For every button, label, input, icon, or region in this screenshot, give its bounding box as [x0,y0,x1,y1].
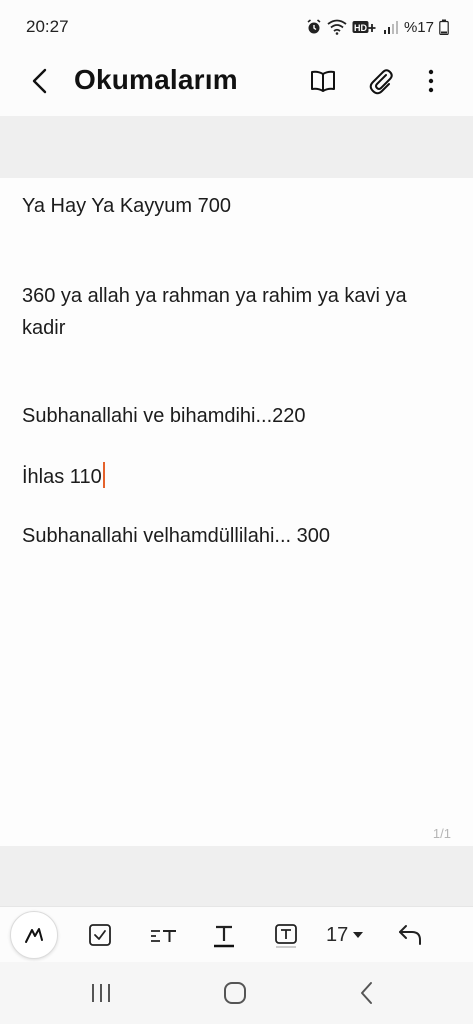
hd-plus-icon: HD [352,21,376,33]
wifi-icon [327,19,347,35]
note-line[interactable]: Subhanallahi ve bihamdihi...220 [22,400,454,432]
editor-toolbar: 17 [0,906,473,963]
undo-icon [399,925,421,945]
note-editor[interactable]: Ya Hay Ya Kayyum 700 360 ya allah ya rah… [0,178,473,846]
checklist-button[interactable] [80,915,120,955]
system-nav-bar [0,962,473,1024]
note-line[interactable]: 360 ya allah ya rahman ya rahim ya kavi … [22,280,454,344]
note-line-text: İhlas 110 [22,466,102,488]
more-options-button[interactable] [416,66,446,96]
text-caret [102,462,105,488]
battery-icon [439,19,449,35]
book-icon [311,70,335,92]
signal-icon [383,21,398,34]
status-time: 20:27 [26,17,69,36]
recent-apps-button[interactable] [86,978,116,1008]
text-format-button[interactable] [204,915,244,955]
font-size-value: 17 [326,923,349,946]
nav-back-button[interactable] [352,978,382,1008]
header-spacer [0,116,473,178]
text-style-button[interactable] [142,915,182,955]
text-box-icon [275,924,297,948]
undo-button[interactable] [390,915,430,955]
home-icon [224,982,246,1004]
note-line[interactable]: Subhanallahi velhamdüllilahi... 300 [22,520,454,552]
recent-apps-icon [92,984,110,1002]
status-icons: HD %17 [306,16,449,38]
back-button[interactable] [26,66,56,96]
text-box-button[interactable] [266,915,306,955]
page-title: Okumalarım [74,64,238,95]
paperclip-icon [369,69,393,95]
caret-down-icon [353,932,364,938]
alarm-icon [307,19,321,34]
font-size-dropdown[interactable]: 17 [326,920,364,950]
back-icon [361,982,372,1004]
status-bar: 20:27 HD %17 [0,0,473,54]
handwriting-button[interactable] [10,911,58,959]
svg-text:HD: HD [354,23,367,33]
page-indicator: 1/1 [432,826,451,841]
reading-mode-button[interactable] [308,66,338,96]
underline-text-icon [214,925,234,948]
footer-spacer [0,846,473,906]
attach-button[interactable] [366,66,396,96]
pen-icon [25,928,43,943]
app-bar: Okumalarım [0,54,473,116]
note-line[interactable]: Ya Hay Ya Kayyum 700 [22,190,454,222]
battery-percent: %17 [403,18,434,36]
checkbox-icon [89,924,111,946]
chevron-left-icon [32,68,47,94]
more-vertical-icon [428,69,434,93]
text-style-icon [151,930,176,942]
home-button[interactable] [220,978,250,1008]
note-line-with-caret[interactable]: İhlas 110 [22,461,454,493]
